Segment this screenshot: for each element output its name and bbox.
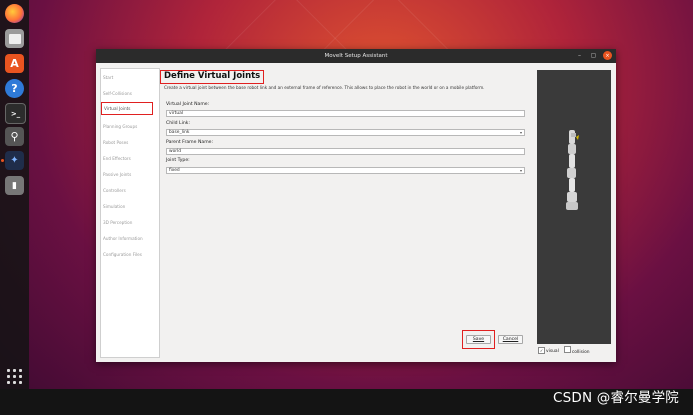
collision-label: collision <box>571 350 590 355</box>
joint-name-label: Virtual Joint Name: <box>166 102 210 107</box>
help-icon[interactable]: ? <box>5 79 24 98</box>
sidebar-item-robot-poses[interactable]: Robot Poses <box>103 140 128 145</box>
sidebar-item-author-information[interactable]: Author Information <box>103 236 143 241</box>
visual-label: visual <box>546 349 559 354</box>
files-icon[interactable] <box>5 29 24 48</box>
minimize-button[interactable]: – <box>575 51 584 60</box>
visual-checkbox[interactable]: ✓ <box>538 347 545 354</box>
cancel-button[interactable]: Cancel <box>498 335 523 344</box>
joint-name-input[interactable]: virtual <box>166 110 525 117</box>
sidebar-item-configuration-files[interactable]: Configuration Files <box>103 252 142 257</box>
dock: A ? >_ ⚲ ✦ ▮ <box>0 0 29 389</box>
collision-checkbox[interactable] <box>563 346 571 353</box>
page-description: Create a virtual joint between the base … <box>164 85 485 90</box>
active-indicator <box>1 159 4 162</box>
sidebar-item-controllers[interactable]: Controllers <box>103 188 126 193</box>
visual-option[interactable]: ✓ visual <box>538 347 559 354</box>
chevron-down-icon: ▾ <box>519 130 522 135</box>
firefox-icon[interactable] <box>5 4 24 23</box>
joint-type-select[interactable]: fixed ▾ <box>166 167 525 174</box>
watermark: CSDN @睿尔曼学院 <box>553 390 679 406</box>
close-button[interactable]: × <box>603 51 612 60</box>
robot-model-icon <box>566 130 579 210</box>
sidebar-item-3d-perception[interactable]: 3D Perception <box>103 220 132 225</box>
child-link-select[interactable]: base_link ▾ <box>166 129 525 136</box>
maximize-button[interactable]: ▢ <box>589 51 598 60</box>
sidebar-item-self-collisions[interactable]: Self-Collisions <box>103 91 132 96</box>
window-title: MoveIt Setup Assistant <box>324 53 388 59</box>
app-store-icon[interactable]: A <box>5 54 24 73</box>
joint-type-label: Joint Type: <box>166 158 190 163</box>
terminal-icon[interactable]: >_ <box>5 103 26 124</box>
main-content: Define Virtual Joints Create a virtual j… <box>160 68 528 358</box>
sidebar-item-simulation[interactable]: Simulation <box>103 204 125 209</box>
parent-frame-label: Parent Frame Name: <box>166 140 214 145</box>
sidebar-item-end-effectors[interactable]: End Effectors <box>103 156 131 161</box>
robot-3d-viewer[interactable] <box>537 70 611 344</box>
child-link-value: base_link <box>169 130 190 135</box>
save-button[interactable]: Save <box>466 335 491 344</box>
rviz-icon[interactable]: ✦ <box>5 151 24 170</box>
show-apps-icon[interactable] <box>7 369 22 384</box>
joint-type-value: fixed <box>169 168 180 173</box>
search-icon[interactable]: ⚲ <box>5 127 24 146</box>
sidebar-item-virtual-joints[interactable]: Virtual Joints <box>101 102 153 115</box>
child-link-label: Child Link: <box>166 121 191 126</box>
usb-drive-icon[interactable]: ▮ <box>5 176 24 195</box>
sidebar: Start Self-Collisions Virtual Joints Pla… <box>100 68 160 358</box>
sidebar-item-passive-joints[interactable]: Passive Joints <box>103 172 131 177</box>
collision-option[interactable]: collision <box>563 346 590 355</box>
page-title: Define Virtual Joints <box>164 71 261 81</box>
sidebar-item-planning-groups[interactable]: Planning Groups <box>103 124 137 129</box>
titlebar[interactable]: MoveIt Setup Assistant – ▢ × <box>96 49 616 63</box>
parent-frame-input[interactable]: world <box>166 148 525 155</box>
viewer-options: ✓ visual collision <box>538 346 590 355</box>
sidebar-item-start[interactable]: Start <box>103 75 113 80</box>
moveit-setup-window: MoveIt Setup Assistant – ▢ × Start Self-… <box>96 49 616 362</box>
chevron-down-icon: ▾ <box>519 168 522 173</box>
